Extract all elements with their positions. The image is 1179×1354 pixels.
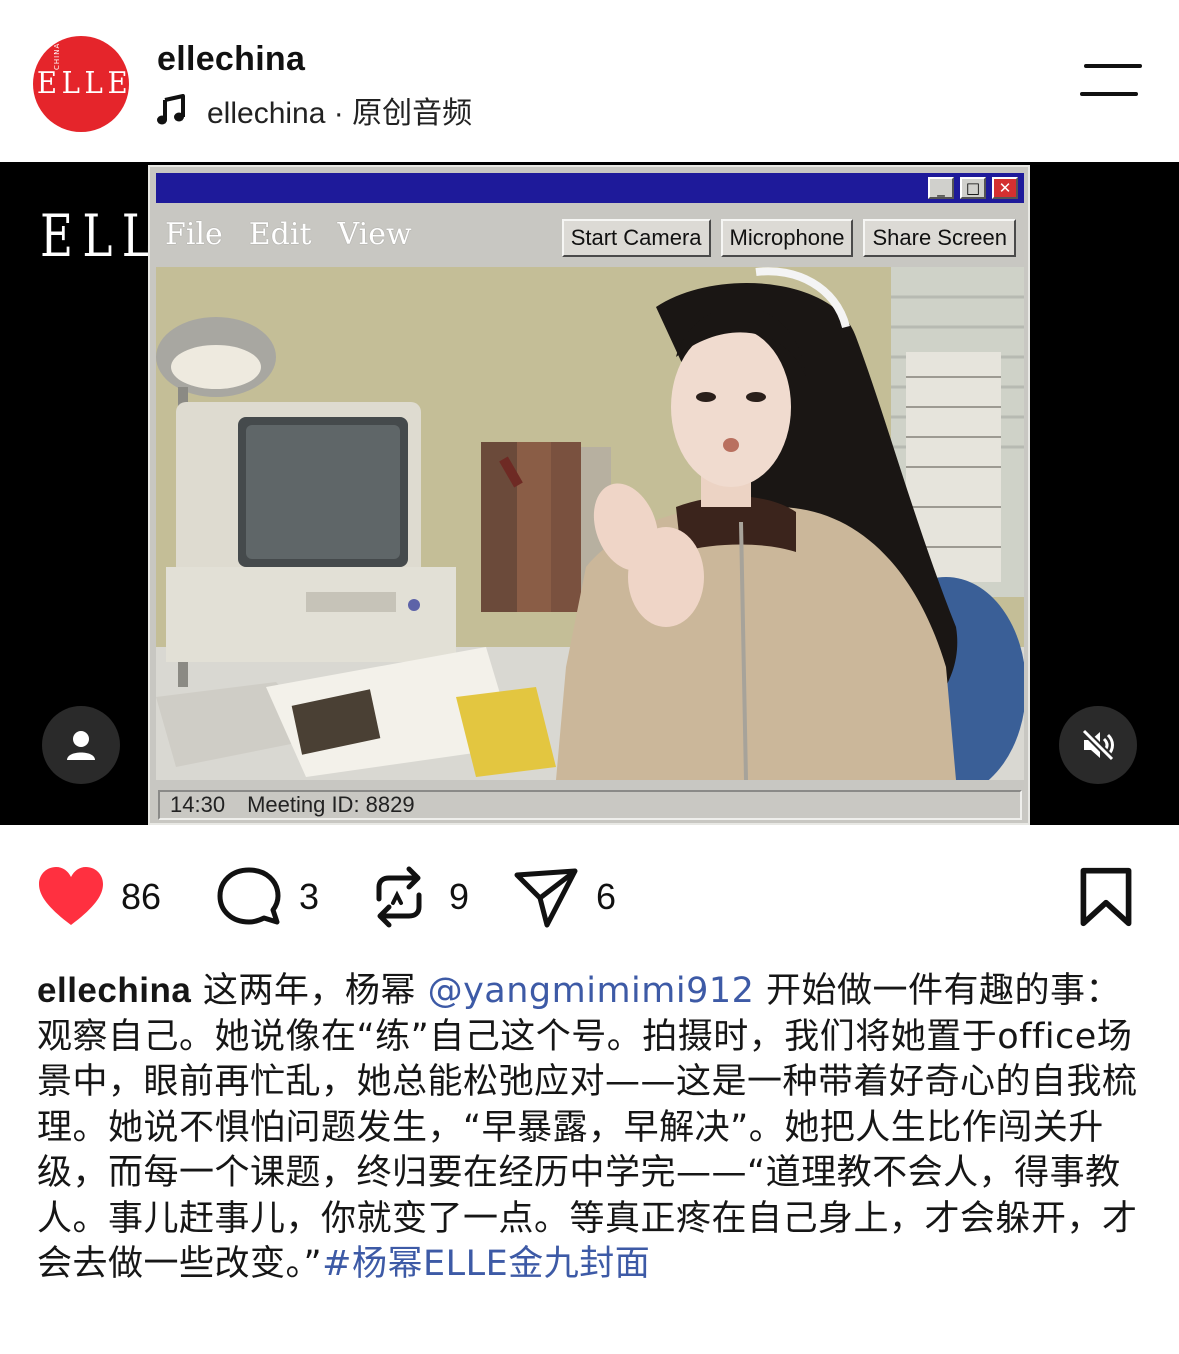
window-toolbar: Start Camera Microphone Share Screen xyxy=(561,219,1016,257)
avatar[interactable]: ELLE CHINA xyxy=(33,36,129,132)
caption-mention[interactable]: @yangmimimi912 xyxy=(428,971,755,1011)
status-time: 14:30 xyxy=(170,792,226,817)
like-count: 86 xyxy=(121,876,162,917)
microphone-button[interactable]: Microphone xyxy=(720,219,854,257)
caption-hashtag[interactable]: #杨幂ELLE金九封面 xyxy=(322,1244,650,1284)
share-button[interactable]: 6 xyxy=(512,865,616,929)
status-meeting-id: Meeting ID: 8829 xyxy=(247,792,415,817)
minimize-icon[interactable]: _ xyxy=(928,177,954,199)
mute-toggle-button[interactable] xyxy=(1059,706,1137,784)
caption-text-1: 这两年，杨幂 xyxy=(191,971,428,1011)
heart-icon xyxy=(39,867,103,925)
username[interactable]: ellechina xyxy=(157,40,305,79)
user-icon xyxy=(67,731,95,760)
comment-icon xyxy=(217,867,281,925)
music-note-icon xyxy=(157,94,185,125)
menu-icon[interactable] xyxy=(1080,64,1144,98)
start-camera-button[interactable]: Start Camera xyxy=(561,219,711,257)
retro-video-call-window: _ □ ✕ File Edit View Start Camera Microp… xyxy=(148,165,1030,825)
repost-count: 9 xyxy=(449,876,470,917)
comment-count: 3 xyxy=(299,876,320,917)
maximize-icon[interactable]: □ xyxy=(960,177,986,199)
caption-username[interactable]: ellechina xyxy=(37,971,191,1010)
repost-button[interactable]: 9 xyxy=(365,865,469,929)
like-button[interactable]: 86 xyxy=(37,865,161,929)
repost-icon xyxy=(376,866,422,928)
volume-muted-icon xyxy=(1081,728,1115,762)
video-scene xyxy=(156,267,1024,780)
menu-view[interactable]: View xyxy=(338,217,412,252)
window-titlebar: _ □ ✕ xyxy=(156,173,1024,203)
tagged-users-button[interactable] xyxy=(42,706,120,784)
window-statusbar: 14:30 Meeting ID: 8829 xyxy=(158,790,1022,820)
share-screen-button[interactable]: Share Screen xyxy=(863,219,1016,257)
share-count: 6 xyxy=(596,876,617,917)
close-icon[interactable]: ✕ xyxy=(992,177,1018,199)
window-menubar: File Edit View xyxy=(165,217,438,252)
menu-edit[interactable]: Edit xyxy=(249,217,312,252)
post-media[interactable]: ELLE _ □ ✕ File Edit View Start Camera M… xyxy=(0,162,1179,825)
avatar-logo: ELLE xyxy=(36,66,129,101)
action-bar: 86 3 9 6 xyxy=(0,855,1179,945)
audio-label: ellechina · 原创音频 xyxy=(207,97,473,130)
save-button[interactable] xyxy=(1074,865,1138,929)
post-caption: ellechina 这两年，杨幂 @yangmimimi912 开始做一件有趣的… xyxy=(37,968,1142,1288)
caption-text-2: 开始做一件有趣的事：观察自己。她说像在“练”自己这个号。拍摄时，我们将她置于of… xyxy=(37,971,1138,1284)
post-header: ELLE CHINA ellechina ellechina · 原创音频 xyxy=(0,0,1179,162)
send-icon xyxy=(514,868,578,928)
comment-button[interactable]: 3 xyxy=(215,865,319,929)
avatar-tagline: CHINA xyxy=(53,42,61,70)
menu-file[interactable]: File xyxy=(165,217,223,252)
video-frame xyxy=(156,267,1024,780)
bookmark-icon xyxy=(1080,867,1132,927)
audio-attribution[interactable]: ellechina · 原创音频 xyxy=(157,92,472,130)
